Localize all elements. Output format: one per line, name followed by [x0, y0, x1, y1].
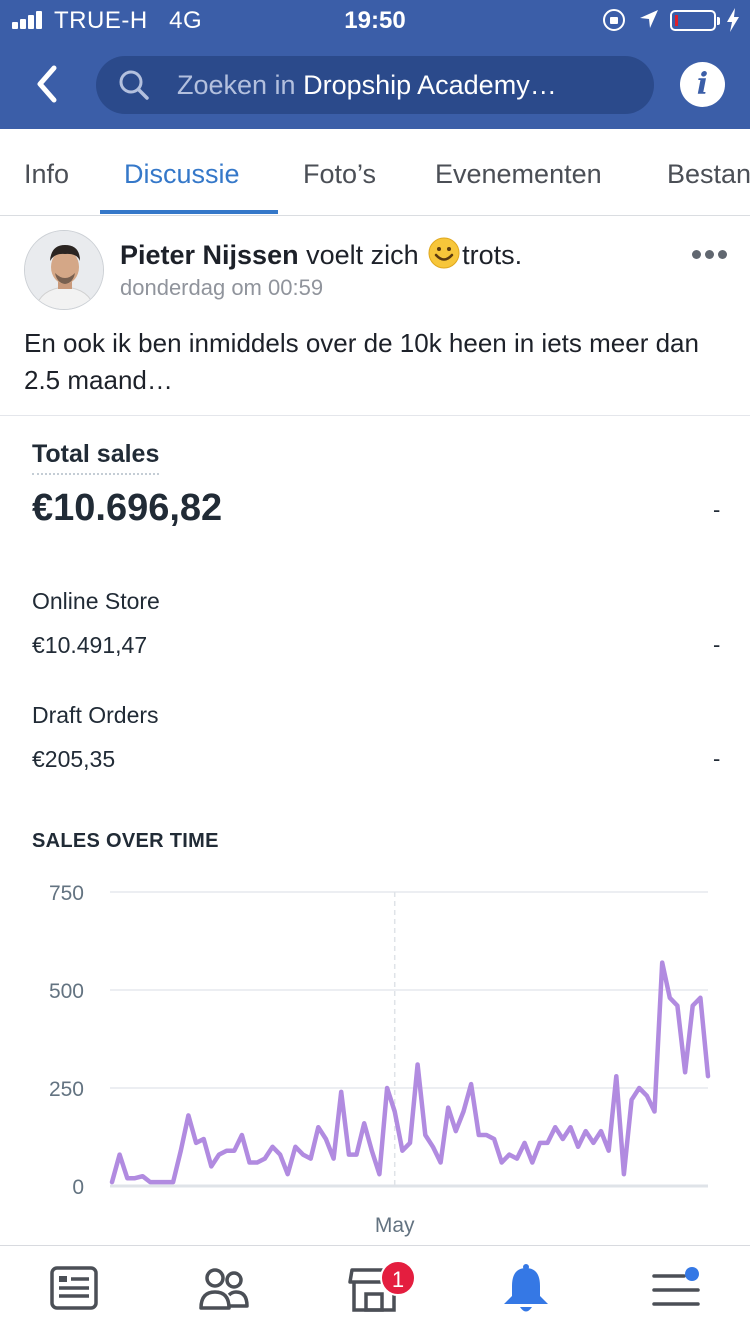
y-tick-label-750: 750 [49, 882, 84, 905]
post-header: Pieter Nijssen voelt zich trots. [120, 237, 522, 271]
search-icon [119, 70, 149, 100]
draft-orders-label: Draft Orders [32, 702, 159, 728]
search-input[interactable]: Zoeken in Dropship Academy… [96, 56, 654, 114]
notifications-bell-icon[interactable] [498, 1262, 554, 1316]
feeling-label: trots. [462, 240, 523, 270]
location-arrow-icon [640, 10, 658, 28]
online-store-label: Online Store [32, 588, 160, 614]
info-icon[interactable]: i [680, 62, 725, 107]
x-tick-label-may: May [375, 1214, 415, 1237]
search-placeholder: Zoeken in Dropship Academy… [177, 70, 557, 101]
tab-fotos[interactable]: Foto’s [303, 159, 376, 190]
active-tab-indicator [100, 210, 278, 214]
tab-discussie[interactable]: Discussie [124, 159, 240, 190]
battery-icon [670, 10, 720, 31]
menu-icon[interactable] [648, 1262, 704, 1316]
y-tick-label-250: 250 [49, 1078, 84, 1101]
sales-series-line [109, 960, 711, 1185]
total-sales-change: - [713, 497, 721, 522]
total-sales-value: €10.696,82 [32, 487, 223, 529]
feeling-prefix: voelt zich [298, 240, 427, 270]
search-group-name: Dropship Academy… [303, 70, 557, 100]
y-tick-label-0: 0 [72, 1176, 84, 1199]
post-text: En ook ik ben inmiddels over de 10k heen… [24, 328, 699, 395]
more-options-icon[interactable] [692, 250, 728, 260]
tab-bestanden[interactable]: Bestanden [667, 159, 750, 190]
charging-bolt-icon [727, 8, 739, 32]
status-bar: TRUE-H 4G 19:50 [0, 0, 750, 40]
avatar[interactable] [24, 230, 104, 310]
tab-evenementen[interactable]: Evenementen [435, 159, 602, 190]
online-store-value: €10.491,47 [32, 632, 148, 658]
divider [0, 415, 750, 416]
groups-icon[interactable] [196, 1262, 252, 1316]
news-feed-icon[interactable] [46, 1262, 102, 1316]
search-prefix: Zoeken in [177, 70, 304, 100]
top-bar: TRUE-H 4G 19:50 Zoeken in Dropship Acade… [0, 0, 750, 129]
bottom-navigation: 1 [0, 1245, 750, 1334]
sales-over-time-chart: 0250500750MayJun [49, 882, 711, 1237]
y-tick-label-500: 500 [49, 980, 84, 1003]
group-tabs: Info Discussie Foto’s Evenementen Bestan… [0, 129, 750, 216]
smiley-emoji-icon [428, 237, 460, 269]
draft-orders-change: - [713, 746, 721, 771]
back-arrow-icon[interactable] [28, 60, 68, 108]
author-name[interactable]: Pieter Nijssen [120, 240, 299, 270]
marketplace-notification-badge: 1 [380, 1260, 416, 1296]
rotation-lock-icon [603, 9, 625, 31]
draft-orders-value: €205,35 [32, 746, 116, 772]
tab-info[interactable]: Info [24, 159, 69, 190]
total-sales-label: Total sales [32, 440, 160, 475]
online-store-change: - [713, 632, 721, 657]
avatar-photo [25, 231, 103, 309]
chart-title: SALES OVER TIME [32, 830, 219, 852]
post-timestamp[interactable]: donderdag om 00:59 [120, 275, 323, 301]
